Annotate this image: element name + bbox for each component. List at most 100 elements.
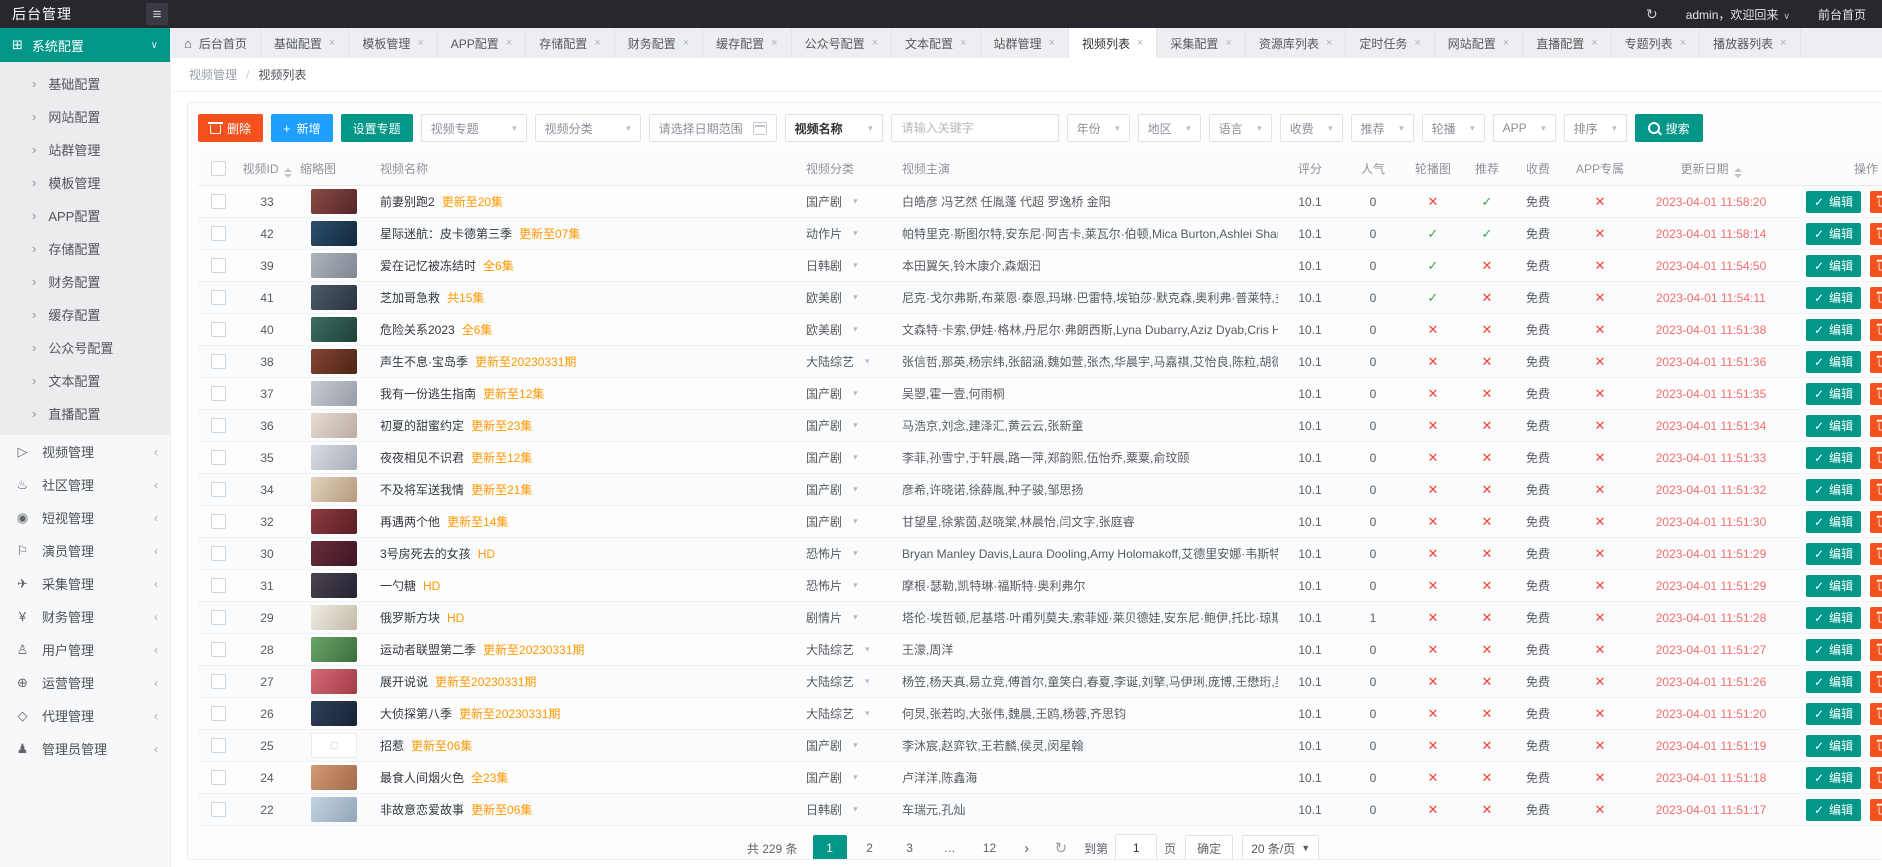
set-topic-button[interactable]: 设置专题 — [341, 114, 413, 142]
tab-播放器列表[interactable]: 播放器列表× — [1700, 28, 1800, 58]
page-button-2[interactable]: 2 — [853, 835, 887, 860]
sort-icon[interactable] — [284, 168, 292, 178]
sidebar-item-管理员管理[interactable]: ♟管理员管理‹ — [0, 732, 170, 765]
row-checkbox[interactable] — [211, 578, 226, 593]
frontend-home-link[interactable]: 前台首页 — [1818, 6, 1866, 23]
tab-专题列表[interactable]: 专题列表× — [1612, 28, 1700, 58]
close-icon[interactable]: × — [506, 37, 512, 49]
row-checkbox[interactable] — [211, 354, 226, 369]
close-icon[interactable]: × — [771, 37, 777, 49]
sidebar-subitem-网站配置[interactable]: ›网站配置 — [0, 100, 170, 133]
row-checkbox[interactable] — [211, 642, 226, 657]
row-category-select[interactable]: 国产剧▾ — [806, 449, 858, 466]
tab-定时任务[interactable]: 定时任务× — [1346, 28, 1434, 58]
tab-后台首页[interactable]: ⌂后台首页 — [171, 28, 261, 58]
date-range-input[interactable]: 请选择日期范围 — [649, 114, 777, 142]
row-checkbox[interactable] — [211, 258, 226, 273]
row-delete-button[interactable]: 删除 — [1870, 639, 1882, 661]
add-button[interactable]: +新增 — [271, 114, 333, 142]
row-checkbox[interactable] — [211, 770, 226, 785]
tab-存储配置[interactable]: 存储配置× — [526, 28, 614, 58]
sidebar-item-采集管理[interactable]: ✈采集管理‹ — [0, 567, 170, 600]
sidebar-item-社区管理[interactable]: ♨社区管理‹ — [0, 468, 170, 501]
filter-select-地区[interactable]: 地区▾ — [1138, 114, 1201, 142]
row-category-select[interactable]: 动作片▾ — [806, 225, 858, 242]
close-icon[interactable]: × — [1414, 37, 1420, 49]
row-category-select[interactable]: 日韩剧▾ — [806, 257, 858, 274]
row-category-select[interactable]: 恐怖片▾ — [806, 577, 858, 594]
filter-select-年份[interactable]: 年份▾ — [1067, 114, 1130, 142]
tab-直播配置[interactable]: 直播配置× — [1523, 28, 1611, 58]
edit-button[interactable]: ✓编辑 — [1806, 703, 1861, 725]
edit-button[interactable]: ✓编辑 — [1806, 735, 1861, 757]
edit-button[interactable]: ✓编辑 — [1806, 255, 1861, 277]
tab-基础配置[interactable]: 基础配置× — [261, 28, 349, 58]
edit-button[interactable]: ✓编辑 — [1806, 383, 1861, 405]
tab-财务配置[interactable]: 财务配置× — [615, 28, 703, 58]
edit-button[interactable]: ✓编辑 — [1806, 671, 1861, 693]
tab-采集配置[interactable]: 采集配置× — [1157, 28, 1245, 58]
row-checkbox[interactable] — [211, 418, 226, 433]
sidebar-subitem-APP配置[interactable]: ›APP配置 — [0, 199, 170, 232]
close-icon[interactable]: × — [417, 37, 423, 49]
edit-button[interactable]: ✓编辑 — [1806, 607, 1861, 629]
goto-confirm-button[interactable]: 确定 — [1185, 835, 1233, 860]
edit-button[interactable]: ✓编辑 — [1806, 575, 1861, 597]
row-checkbox[interactable] — [211, 482, 226, 497]
tab-站群管理[interactable]: 站群管理× — [981, 28, 1069, 58]
row-delete-button[interactable]: 删除 — [1870, 767, 1882, 789]
close-icon[interactable]: × — [872, 37, 878, 49]
row-category-select[interactable]: 国产剧▾ — [806, 417, 858, 434]
row-delete-button[interactable]: 删除 — [1870, 479, 1882, 501]
sidebar-subitem-直播配置[interactable]: ›直播配置 — [0, 397, 170, 430]
edit-button[interactable]: ✓编辑 — [1806, 447, 1861, 469]
row-checkbox[interactable] — [211, 738, 226, 753]
close-icon[interactable]: × — [1780, 37, 1786, 49]
row-category-select[interactable]: 欧美剧▾ — [806, 321, 858, 338]
edit-button[interactable]: ✓编辑 — [1806, 639, 1861, 661]
edit-button[interactable]: ✓编辑 — [1806, 415, 1861, 437]
sidebar-item-用户管理[interactable]: ♙用户管理‹ — [0, 633, 170, 666]
row-checkbox[interactable] — [211, 226, 226, 241]
search-button[interactable]: 搜索 — [1635, 114, 1703, 142]
row-checkbox[interactable] — [211, 514, 226, 529]
sidebar-item-运营管理[interactable]: ⊕运营管理‹ — [0, 666, 170, 699]
sidebar-item-短视管理[interactable]: ◉短视管理‹ — [0, 501, 170, 534]
category-select[interactable]: 视频分类▾ — [535, 114, 641, 142]
tab-缓存配置[interactable]: 缓存配置× — [703, 28, 791, 58]
topic-select[interactable]: 视频专题▾ — [421, 114, 527, 142]
row-delete-button[interactable]: 删除 — [1870, 287, 1882, 309]
tab-公众号配置[interactable]: 公众号配置× — [792, 28, 892, 58]
edit-button[interactable]: ✓编辑 — [1806, 543, 1861, 565]
row-category-select[interactable]: 大陆综艺▾ — [806, 705, 870, 722]
row-category-select[interactable]: 国产剧▾ — [806, 513, 858, 530]
user-menu[interactable]: admin，欢迎回来∨ — [1686, 6, 1790, 23]
tab-视频列表[interactable]: 视频列表× — [1069, 28, 1157, 58]
close-icon[interactable]: × — [683, 37, 689, 49]
close-icon[interactable]: × — [1591, 37, 1597, 49]
keyword-input[interactable] — [891, 114, 1059, 142]
row-delete-button[interactable]: 删除 — [1870, 191, 1882, 213]
row-delete-button[interactable]: 删除 — [1870, 351, 1882, 373]
row-category-select[interactable]: 国产剧▾ — [806, 769, 858, 786]
row-category-select[interactable]: 国产剧▾ — [806, 481, 858, 498]
row-category-select[interactable]: 欧美剧▾ — [806, 289, 858, 306]
row-checkbox[interactable] — [211, 546, 226, 561]
next-page-button[interactable]: › — [1016, 835, 1038, 860]
row-checkbox[interactable] — [211, 674, 226, 689]
select-all-checkbox[interactable] — [211, 161, 226, 176]
row-delete-button[interactable]: 删除 — [1870, 383, 1882, 405]
edit-button[interactable]: ✓编辑 — [1806, 319, 1861, 341]
row-checkbox[interactable] — [211, 802, 226, 817]
sidebar-item-代理管理[interactable]: ◇代理管理‹ — [0, 699, 170, 732]
page-size-select[interactable]: 20 条/页▼ — [1242, 835, 1319, 860]
close-icon[interactable]: × — [1225, 37, 1231, 49]
row-delete-button[interactable]: 删除 — [1870, 607, 1882, 629]
row-checkbox[interactable] — [211, 706, 226, 721]
refresh-icon[interactable]: ↻ — [1646, 6, 1658, 23]
sidebar-item-视频管理[interactable]: ▷视频管理‹ — [0, 435, 170, 468]
edit-button[interactable]: ✓编辑 — [1806, 191, 1861, 213]
sidebar-subitem-缓存配置[interactable]: ›缓存配置 — [0, 298, 170, 331]
tab-网站配置[interactable]: 网站配置× — [1435, 28, 1523, 58]
close-icon[interactable]: × — [960, 37, 966, 49]
